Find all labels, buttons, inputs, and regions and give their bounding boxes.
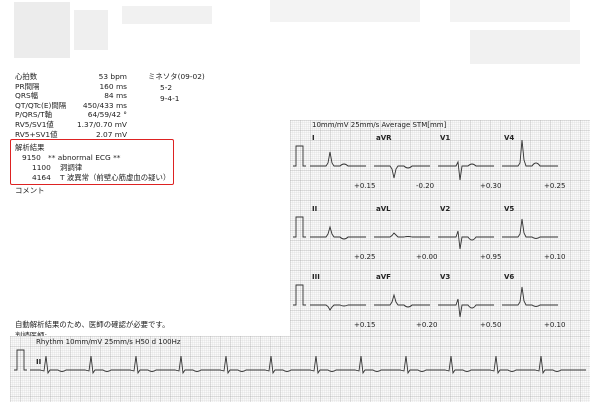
ecg-waveforms	[14, 139, 586, 375]
lead-waveform	[374, 232, 430, 238]
lead-waveform	[374, 293, 430, 308]
lead-waveform	[438, 160, 494, 181]
lead-waveform	[310, 225, 366, 240]
lead-waveform	[502, 286, 558, 307]
rhythm-waveform	[30, 355, 586, 375]
lead-waveform	[310, 151, 366, 167]
calibration-pulse	[293, 145, 306, 167]
lead-waveform	[438, 298, 494, 318]
calibration-pulse	[293, 284, 306, 306]
lead-waveform	[502, 139, 558, 167]
lead-waveform	[502, 218, 558, 239]
calibration-pulse	[293, 216, 306, 238]
lead-waveform	[310, 304, 366, 311]
rhythm-calibration-pulse	[14, 349, 27, 371]
lead-waveform	[374, 165, 430, 179]
lead-waveform	[438, 230, 494, 250]
